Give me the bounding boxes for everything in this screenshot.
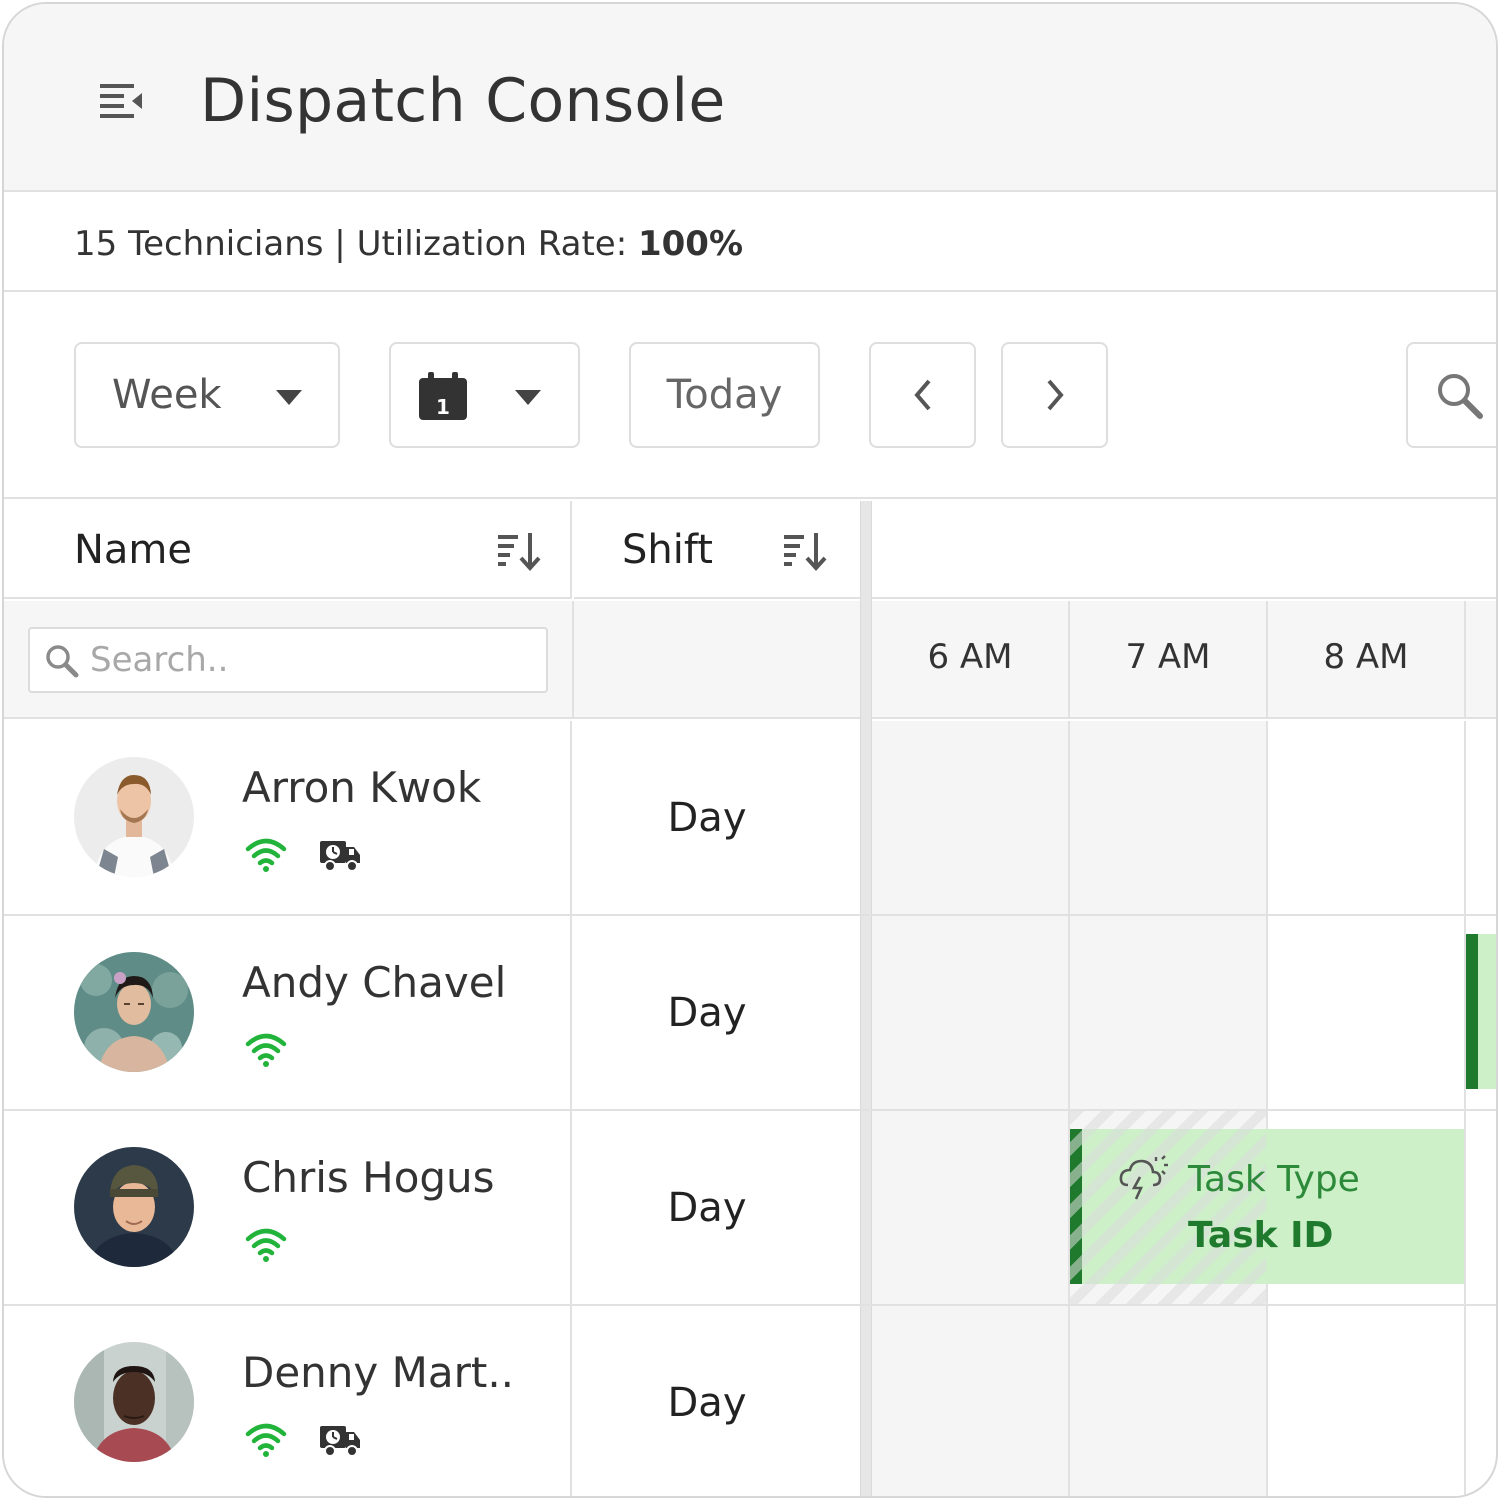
task-type: Task Type — [1188, 1159, 1360, 1200]
today-label: Today — [666, 372, 783, 418]
date-picker-button[interactable]: 1 — [389, 342, 580, 448]
timeline-slot[interactable] — [872, 1111, 1068, 1304]
hour-label: 7 AM — [1125, 637, 1211, 677]
chevron-right-icon — [1046, 379, 1064, 411]
hour-divider — [1464, 601, 1466, 719]
timeline-slot[interactable] — [1268, 721, 1464, 914]
technician-name: Chris Hogus — [242, 1153, 495, 1202]
technician-row[interactable]: Chris Hogus Day Task Type Task ID — [4, 1111, 1496, 1306]
view-select-label: Week — [112, 372, 222, 418]
view-select-dropdown[interactable]: Week — [74, 342, 340, 448]
app-window: Dispatch Console 15 Technicians | Utiliz… — [2, 2, 1498, 1498]
technician-cell: Arron Kwok — [4, 721, 572, 914]
task-id: Task ID — [1188, 1215, 1334, 1256]
shift-cell: Day — [574, 1111, 860, 1304]
technician-name: Denny Mart.. — [242, 1348, 515, 1397]
wifi-icon — [245, 838, 287, 872]
sort-icon[interactable] — [496, 531, 542, 571]
shift-value: Day — [667, 795, 747, 841]
timeline-slot[interactable] — [872, 1306, 1068, 1496]
technician-cell: Denny Mart.. — [4, 1306, 572, 1496]
sort-icon[interactable] — [782, 531, 828, 571]
avatar — [74, 1147, 194, 1267]
calendar-day-number: 1 — [436, 395, 450, 419]
technician-name: Arron Kwok — [242, 763, 482, 812]
hour-label: 8 AM — [1323, 637, 1409, 677]
column-header-name: Name — [4, 501, 572, 599]
task-block[interactable]: Task Type Task ID — [1070, 1111, 1464, 1304]
timeline-slot[interactable] — [1070, 721, 1266, 914]
column-header-shift: Shift — [574, 501, 860, 599]
avatar — [74, 952, 194, 1072]
wifi-icon — [245, 1228, 287, 1262]
caret-down-icon — [515, 390, 541, 405]
filter-row — [4, 601, 860, 719]
hour-label: 6 AM — [927, 637, 1013, 677]
timeline-slot[interactable] — [1070, 916, 1266, 1109]
shift-cell: Day — [574, 721, 860, 914]
hour-divider — [1464, 1306, 1466, 1496]
timeline-row[interactable]: Task Type Task ID — [872, 1111, 1496, 1304]
shift-cell: Day — [574, 1306, 860, 1496]
timeline-header — [872, 501, 1496, 599]
timeline-slot[interactable] — [1268, 916, 1464, 1109]
timeline-slot[interactable] — [872, 721, 1068, 914]
column-divider — [572, 601, 574, 719]
search-button[interactable] — [1406, 342, 1496, 448]
technician-cell: Andy Chavel — [4, 916, 572, 1109]
hour-divider — [1464, 1111, 1466, 1304]
previous-button[interactable] — [869, 342, 976, 448]
column-label-name: Name — [74, 527, 193, 573]
avatar — [74, 1342, 194, 1462]
calendar-icon: 1 — [419, 372, 467, 420]
utilization-label: Utilization Rate: — [356, 224, 628, 264]
app-header: Dispatch Console — [4, 4, 1496, 192]
name-search-box[interactable] — [28, 627, 548, 693]
task-block-partial[interactable] — [1466, 934, 1496, 1089]
page-title: Dispatch Console — [200, 66, 726, 136]
wifi-icon — [245, 1423, 287, 1457]
timeline-slot[interactable] — [872, 916, 1068, 1109]
caret-down-icon — [276, 390, 302, 405]
technician-name: Andy Chavel — [242, 958, 507, 1007]
timeline-row[interactable] — [872, 1306, 1496, 1496]
timeline-slot[interactable] — [1466, 721, 1496, 914]
technician-cell: Chris Hogus — [4, 1111, 572, 1304]
timeline-slot[interactable] — [1268, 1306, 1464, 1496]
shift-cell: Day — [574, 916, 860, 1109]
technician-row[interactable]: Andy Chavel Day — [4, 916, 1496, 1111]
chevron-left-icon — [913, 379, 931, 411]
toolbar: Week 1 Today — [4, 294, 1496, 499]
avatar — [74, 757, 194, 877]
wifi-icon — [245, 1033, 287, 1067]
timeline-slot[interactable] — [1070, 1306, 1266, 1496]
menu-collapse-icon[interactable] — [98, 80, 144, 120]
delivery-truck-icon — [320, 841, 360, 872]
column-label-shift: Shift — [622, 527, 713, 573]
technician-count: 15 Technicians — [74, 224, 324, 264]
technician-row[interactable]: Arron Kwok Day — [4, 721, 1496, 916]
search-icon — [1438, 374, 1483, 419]
shift-value: Day — [667, 1380, 747, 1426]
timeline-row[interactable] — [872, 916, 1496, 1109]
utilization-value: 100% — [637, 224, 744, 264]
delivery-truck-icon — [320, 1426, 360, 1457]
timeline-hours-row: 6 AM 7 AM 8 AM — [872, 601, 1496, 719]
stats-text: 15 Technicians | Utilization Rate: 100% — [74, 224, 743, 264]
shift-value: Day — [667, 1185, 747, 1231]
weather-storm-icon — [1119, 1155, 1168, 1200]
shift-value: Day — [667, 990, 747, 1036]
travel-time-hatch — [1070, 1111, 1266, 1304]
search-icon — [46, 645, 79, 678]
next-button[interactable] — [1001, 342, 1108, 448]
today-button[interactable]: Today — [629, 342, 820, 448]
timeline-row[interactable] — [872, 721, 1496, 914]
stats-bar: 15 Technicians | Utilization Rate: 100% — [4, 194, 1496, 292]
name-search-input[interactable] — [90, 637, 530, 683]
technician-row[interactable]: Denny Mart.. Day — [4, 1306, 1496, 1496]
stats-separator: | — [334, 224, 346, 264]
